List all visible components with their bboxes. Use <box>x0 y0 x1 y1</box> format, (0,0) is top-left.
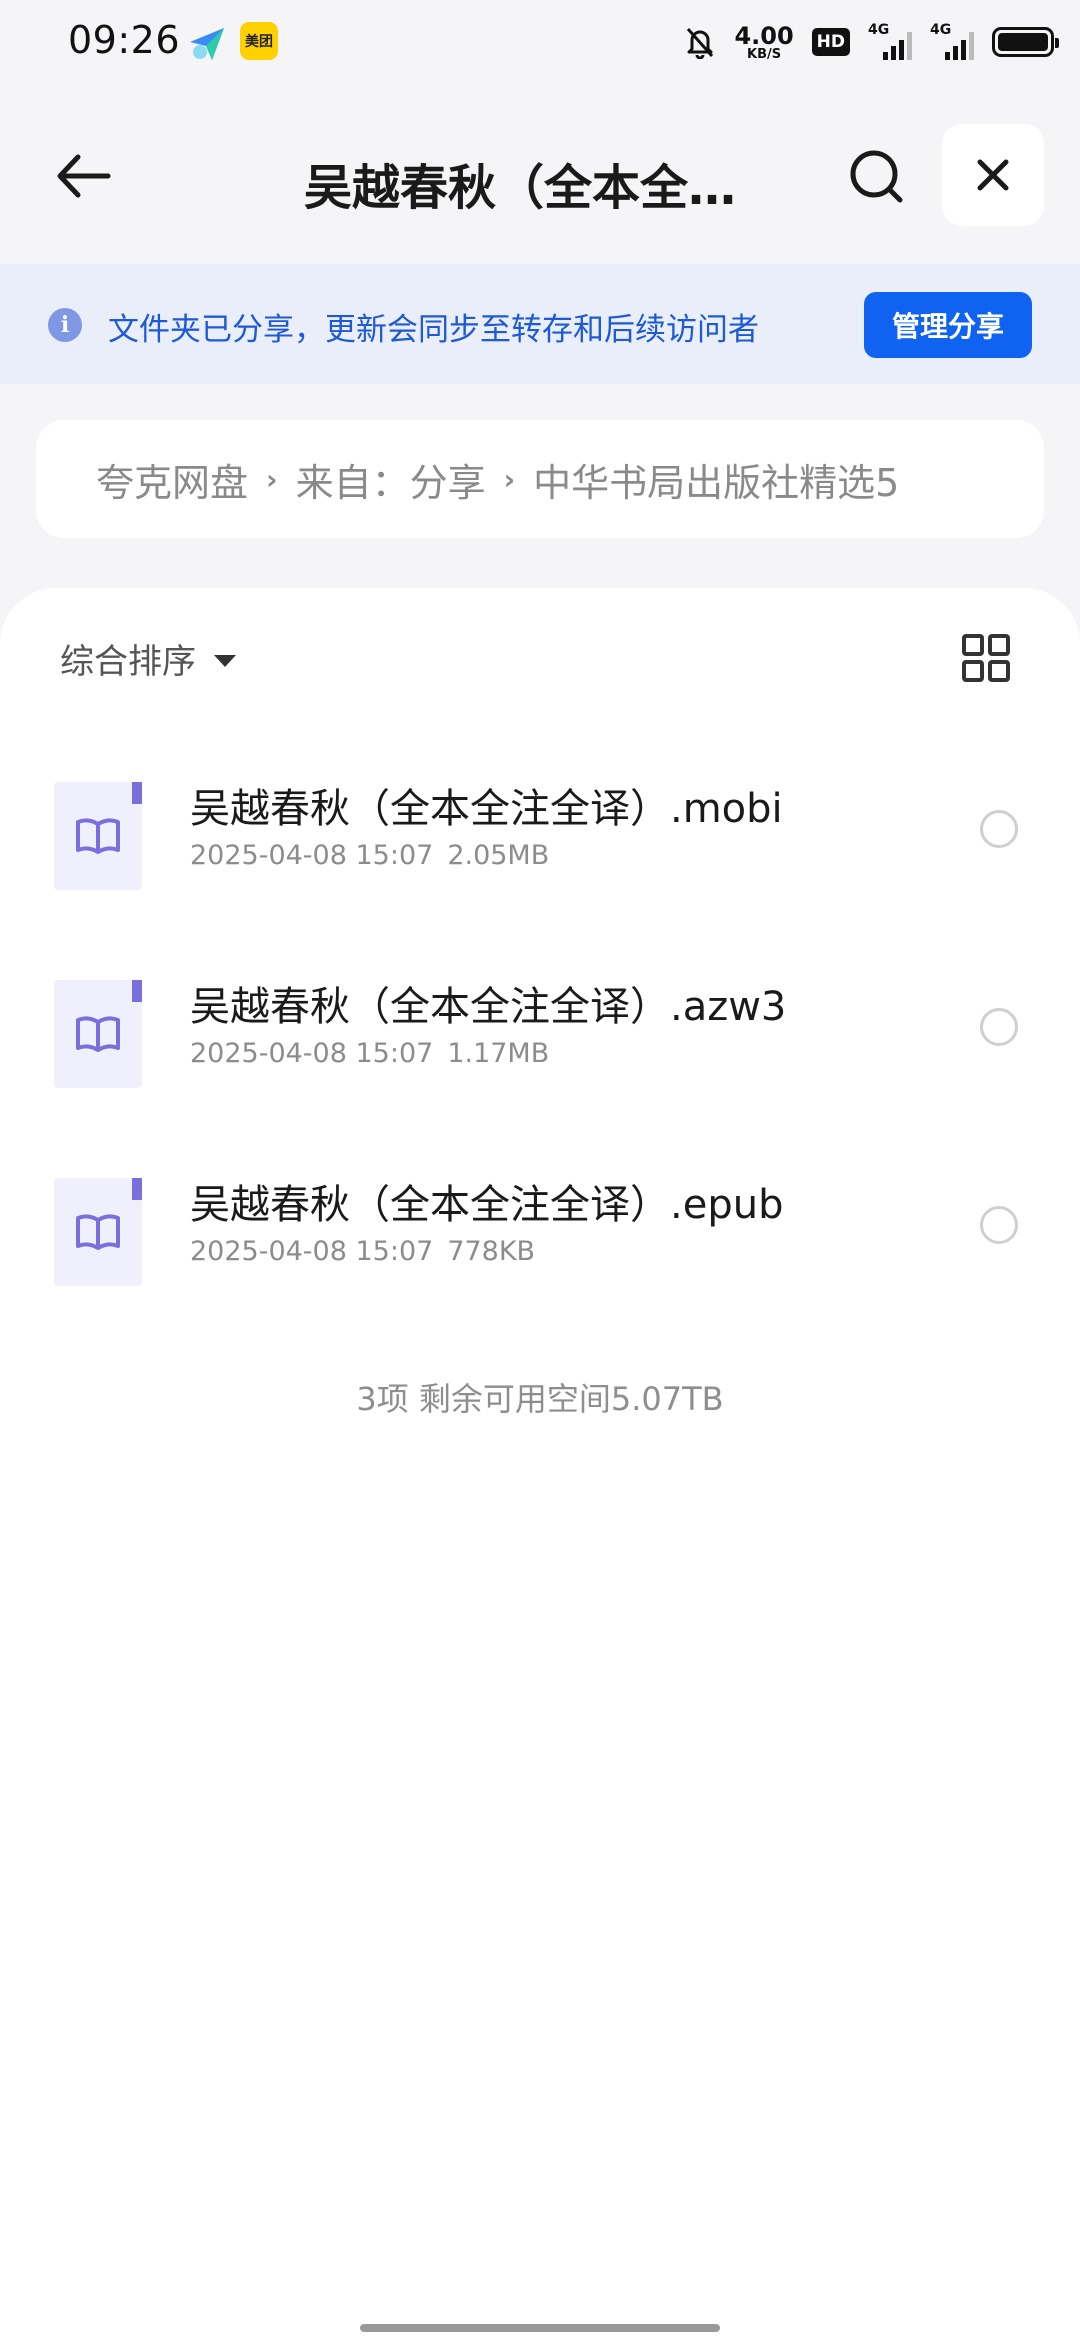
net-speed-value: 4.00 <box>734 21 794 50</box>
breadcrumb-separator-icon: › <box>503 462 516 496</box>
select-checkbox[interactable] <box>980 1008 1018 1046</box>
select-checkbox[interactable] <box>980 810 1018 848</box>
page-title: 吴越春秋（全本全… <box>303 160 736 216</box>
file-name: 吴越春秋（全本全注全译）.mobi <box>190 786 783 832</box>
home-indicator[interactable] <box>360 2324 720 2332</box>
file-name: 吴越春秋（全本全注全译）.azw3 <box>190 984 787 1030</box>
info-icon: i <box>48 308 82 342</box>
top-app-bar: 吴越春秋（全本全… <box>0 110 1080 240</box>
status-bar: 09:26 美团 4.00 KB/S HD 4G 4G <box>0 0 1080 84</box>
file-name: 吴越春秋（全本全注全译）.epub <box>190 1182 784 1228</box>
sort-label: 综合排序 <box>60 642 196 682</box>
breadcrumb-item-shared[interactable]: 来自：分享 <box>296 452 486 507</box>
status-time: 09:26 <box>68 18 181 62</box>
status-indicators: 4.00 KB/S HD 4G 4G <box>684 18 1059 66</box>
search-button[interactable] <box>838 138 914 214</box>
file-row[interactable]: 吴越春秋（全本全注全译）.epub 2025-04-08 15:07 778KB <box>0 1166 1080 1326</box>
file-meta: 2025-04-08 15:07 1.17MB <box>190 1038 549 1069</box>
share-notice-bar: i 文件夹已分享，更新会同步至转存和后续访问者 管理分享 <box>0 264 1080 384</box>
net-speed-unit: KB/S <box>747 46 782 62</box>
search-icon <box>850 150 903 203</box>
select-checkbox[interactable] <box>980 1206 1018 1244</box>
file-size: 1.17MB <box>447 1038 550 1069</box>
sort-dropdown[interactable]: 综合排序 <box>60 634 236 683</box>
breadcrumb-item-root[interactable]: 夸克网盘 <box>96 452 248 507</box>
file-date: 2025-04-08 15:07 <box>190 1038 434 1069</box>
arrow-left-icon <box>57 154 111 198</box>
file-size: 778KB <box>447 1236 536 1267</box>
manage-share-button[interactable]: 管理分享 <box>864 292 1032 358</box>
breadcrumb-separator-icon: › <box>266 462 278 496</box>
file-size: 2.05MB <box>447 840 550 871</box>
share-notice-text: 文件夹已分享，更新会同步至转存和后续访问者 <box>108 312 759 348</box>
signal-2-icon: 4G <box>930 22 974 60</box>
feishu-app-icon <box>186 22 228 64</box>
battery-icon <box>992 27 1059 57</box>
breadcrumb: 夸克网盘 › 来自：分享 › 中华书局出版社精选5 <box>36 420 1044 538</box>
file-row[interactable]: 吴越春秋（全本全注全译）.mobi 2025-04-08 15:07 2.05MB <box>0 770 1080 930</box>
grid-view-toggle[interactable] <box>960 632 1012 684</box>
file-date: 2025-04-08 15:07 <box>190 840 434 871</box>
caret-down-icon <box>214 654 236 667</box>
file-meta: 2025-04-08 15:07 2.05MB <box>190 840 549 871</box>
ebook-file-icon <box>54 782 142 890</box>
back-button[interactable] <box>44 138 120 214</box>
item-count-summary: 3项 剩余可用空间5.07TB <box>356 1380 724 1418</box>
file-list-panel: 综合排序 吴越春秋（全本全注全译）.mobi 2025-04-08 15:07 2… <box>0 588 1080 2340</box>
ebook-file-icon <box>54 1178 142 1286</box>
signal-1-icon: 4G <box>868 22 912 60</box>
meituan-app-icon: 美团 <box>240 22 278 60</box>
ebook-file-icon <box>54 980 142 1088</box>
quark-drive-folder-screen: 09:26 美团 4.00 KB/S HD 4G 4G 吴越春秋（全本全… i … <box>0 0 1080 2340</box>
grid-view-icon <box>962 634 1010 682</box>
breadcrumb-item-current[interactable]: 中华书局出版社精选5 <box>533 452 899 507</box>
network-speed: 4.00 KB/S <box>734 24 793 61</box>
file-row[interactable]: 吴越春秋（全本全注全译）.azw3 2025-04-08 15:07 1.17MB <box>0 968 1080 1128</box>
file-meta: 2025-04-08 15:07 778KB <box>190 1236 535 1267</box>
close-button[interactable] <box>942 124 1044 226</box>
hd-voice-badge: HD <box>811 28 850 56</box>
close-icon <box>977 159 1009 191</box>
file-date: 2025-04-08 15:07 <box>190 1236 434 1267</box>
mute-bell-icon <box>687 28 714 59</box>
